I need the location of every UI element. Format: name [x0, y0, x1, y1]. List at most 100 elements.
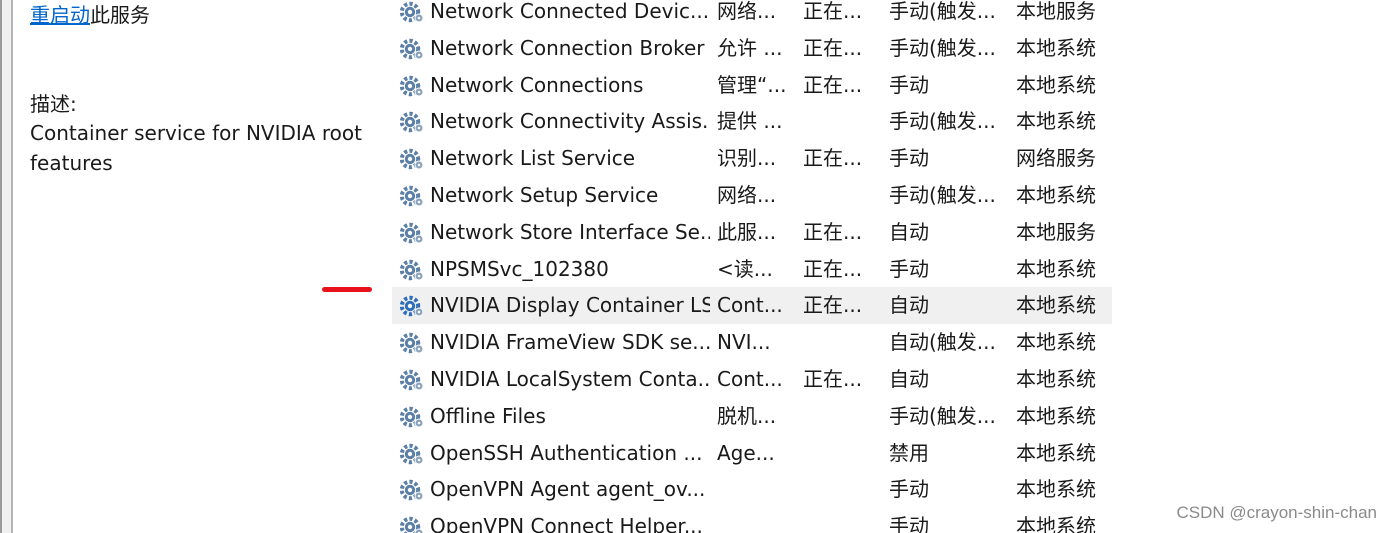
- service-name: NPSMSvc_102380: [430, 256, 609, 281]
- service-startup-type: 自动(触发...: [889, 330, 996, 355]
- service-row[interactable]: NVIDIA Display Container LS Cont... 正在..…: [392, 287, 1112, 325]
- service-name: OpenSSH Authentication ...: [430, 440, 703, 465]
- service-gear-icon: [398, 477, 426, 503]
- service-description: 此服...: [717, 219, 777, 244]
- service-description: 网络...: [717, 0, 777, 23]
- service-logon-as: 本地系统: [1016, 183, 1096, 207]
- service-description: Cont...: [717, 367, 783, 391]
- service-logon-as: 本地系统: [1016, 256, 1096, 281]
- service-startup-type: 手动: [889, 514, 929, 533]
- service-row[interactable]: Network Connectivity Assis... 提供 ... 手动(…: [392, 103, 1112, 140]
- service-startup-type: 自动: [889, 219, 929, 244]
- service-description: 管理“...: [717, 72, 787, 97]
- service-status: 正在...: [803, 219, 863, 244]
- restart-line: 重启动此服务: [30, 0, 150, 30]
- service-status: 正在...: [803, 35, 863, 60]
- service-logon-as: 本地系统: [1016, 403, 1096, 428]
- service-startup-type: 手动(触发...: [889, 403, 996, 428]
- service-name: NVIDIA FrameView SDK se...: [430, 330, 710, 355]
- service-row[interactable]: Network Connection Broker 允许 ... 正在... 手…: [392, 30, 1112, 67]
- service-name: NVIDIA LocalSystem Conta...: [430, 367, 710, 391]
- service-gear-icon: [398, 220, 426, 246]
- service-name: Network Connected Devic...: [430, 0, 710, 23]
- restart-service-link[interactable]: 重启动: [30, 3, 90, 27]
- service-name: Network Connections: [430, 72, 644, 97]
- service-gear-icon: [398, 146, 426, 172]
- service-name: Network Store Interface Se...: [430, 219, 710, 244]
- service-row[interactable]: Network List Service 识别... 正在... 手动 网络服务: [392, 140, 1112, 177]
- service-logon-as: 网络服务: [1016, 146, 1096, 171]
- service-status: 正在...: [803, 146, 863, 171]
- service-description: 网络...: [717, 183, 777, 207]
- service-startup-type: 自动: [889, 367, 929, 391]
- service-name: Network Connectivity Assis...: [430, 109, 710, 134]
- service-name: OpenVPN Agent agent_ov...: [430, 477, 706, 502]
- service-gear-icon: [398, 330, 426, 356]
- service-description: 脱机...: [717, 403, 777, 428]
- service-status: 正在...: [803, 72, 863, 97]
- service-name: Network Setup Service: [430, 183, 659, 207]
- service-row[interactable]: NVIDIA FrameView SDK se... NVI... 自动(触发.…: [392, 324, 1112, 361]
- service-row[interactable]: OpenVPN Connect Helper... 手动 本地系统: [392, 508, 1112, 533]
- service-description: NVI...: [717, 330, 771, 355]
- service-startup-type: 手动(触发...: [889, 35, 996, 60]
- service-startup-type: 自动: [889, 293, 929, 318]
- service-startup-type: 禁用: [889, 440, 929, 465]
- service-row[interactable]: NVIDIA LocalSystem Conta... Cont... 正在..…: [392, 361, 1112, 398]
- service-name: Network List Service: [430, 146, 636, 171]
- service-row[interactable]: Network Setup Service 网络... 手动(触发... 本地系…: [392, 177, 1112, 214]
- description-text: Container service for NVIDIA root featur…: [30, 121, 362, 175]
- service-description: Age...: [717, 440, 775, 465]
- service-row[interactable]: OpenVPN Agent agent_ov... 手动 本地系统: [392, 471, 1112, 508]
- service-description: <读...: [717, 256, 773, 281]
- service-description-panel: 重启动此服务 描述: Container service for NVIDIA …: [30, 0, 385, 533]
- service-description: 识别...: [717, 146, 777, 171]
- service-status: 正在...: [803, 256, 863, 281]
- service-description: 允许 ...: [717, 35, 783, 60]
- service-row[interactable]: Network Store Interface Se... 此服... 正在..…: [392, 214, 1112, 251]
- description-label: 描述:: [30, 92, 77, 116]
- watermark-text: CSDN @crayon-shin-chan: [1176, 503, 1377, 522]
- service-logon-as: 本地服务: [1016, 0, 1096, 23]
- service-logon-as: 本地系统: [1016, 109, 1096, 134]
- service-description: Cont...: [717, 293, 783, 318]
- service-startup-type: 手动: [889, 477, 929, 502]
- service-name: NVIDIA Display Container LS: [430, 293, 710, 318]
- service-logon-as: 本地系统: [1016, 72, 1096, 97]
- service-logon-as: 本地系统: [1016, 440, 1096, 465]
- service-row[interactable]: NPSMSvc_102380 <读... 正在... 手动 本地系统: [392, 251, 1112, 288]
- service-logon-as: 本地系统: [1016, 514, 1096, 533]
- service-startup-type: 手动(触发...: [889, 183, 996, 207]
- service-name: Offline Files: [430, 403, 546, 428]
- service-logon-as: 本地系统: [1016, 477, 1096, 502]
- services-list: Network Connected Devic... 网络... 正在... 手…: [392, 0, 1112, 533]
- service-row[interactable]: Offline Files 脱机... 手动(触发... 本地系统: [392, 398, 1112, 435]
- service-gear-icon: [398, 36, 426, 62]
- service-row[interactable]: Network Connections 管理“... 正在... 手动 本地系统: [392, 67, 1112, 104]
- service-name: OpenVPN Connect Helper...: [430, 514, 703, 533]
- service-startup-type: 手动: [889, 256, 929, 281]
- service-gear-icon: [398, 257, 426, 283]
- service-status: 正在...: [803, 367, 863, 391]
- service-gear-icon: [398, 109, 426, 135]
- service-logon-as: 本地系统: [1016, 367, 1096, 391]
- service-description: 提供 ...: [717, 109, 783, 134]
- service-gear-icon: [398, 367, 426, 393]
- services-window: 重启动此服务 描述: Container service for NVIDIA …: [0, 0, 1391, 533]
- service-gear-icon: [398, 73, 426, 99]
- service-startup-type: 手动(触发...: [889, 0, 996, 23]
- service-gear-icon: [398, 183, 426, 209]
- service-gear-icon: [398, 441, 426, 467]
- service-row[interactable]: Network Connected Devic... 网络... 正在... 手…: [392, 0, 1112, 30]
- service-row[interactable]: OpenSSH Authentication ... Age... 禁用 本地系…: [392, 435, 1112, 472]
- service-gear-icon: [398, 0, 426, 25]
- service-startup-type: 手动: [889, 146, 929, 171]
- service-logon-as: 本地系统: [1016, 293, 1096, 318]
- service-status: 正在...: [803, 293, 863, 318]
- service-name: Network Connection Broker: [430, 35, 705, 60]
- service-gear-icon: [398, 514, 426, 533]
- service-logon-as: 本地系统: [1016, 330, 1096, 355]
- service-logon-as: 本地服务: [1016, 219, 1096, 244]
- red-annotation-mark: [322, 287, 372, 292]
- service-startup-type: 手动: [889, 72, 929, 97]
